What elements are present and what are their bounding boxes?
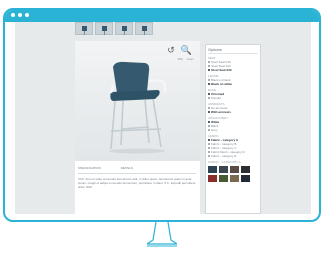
option-group: SEAT Stool Seat 010 Stool Seat 020 Stool Se… — [208, 56, 258, 72]
divider — [78, 173, 196, 174]
radio-icon — [208, 107, 210, 109]
viewer-tools: ↺ 🔍 — [167, 46, 192, 55]
option-label: With armrests — [211, 110, 231, 114]
option-label: Black on white — [211, 82, 233, 86]
window-dot[interactable] — [18, 13, 22, 17]
option-radio[interactable]: With armrests — [208, 110, 258, 114]
fabric-swatches — [208, 166, 258, 182]
radio-icon — [208, 129, 210, 131]
radio-icon — [208, 83, 210, 85]
radio-icon — [208, 79, 210, 81]
option-radio[interactable]: Grey — [208, 128, 258, 132]
radio-icon — [208, 61, 210, 63]
fabric-swatch[interactable] — [230, 175, 239, 182]
radio-icon — [208, 69, 210, 71]
fabric-swatch[interactable] — [241, 166, 250, 173]
rotate-label: 360 — [177, 57, 183, 61]
thumbnail-1[interactable] — [75, 22, 93, 35]
window-controls — [11, 13, 29, 17]
swatch-title: FABRIC - CATEGORY A — [208, 160, 241, 164]
thumbnail-3[interactable] — [115, 22, 133, 35]
radio-icon — [208, 125, 210, 127]
radio-icon — [208, 111, 210, 113]
option-group: BASE Chromed Powder — [208, 88, 258, 100]
zoom-icon[interactable]: 🔍 — [181, 46, 192, 55]
zoom-label: zoom — [186, 57, 194, 61]
options-panel: Options SEAT Stool Seat 010 Stool Seat 020… — [205, 44, 261, 214]
window-dot[interactable] — [11, 13, 15, 17]
option-label: Stool Seat 030 — [211, 68, 232, 72]
radio-icon — [208, 121, 210, 123]
radio-icon — [208, 139, 210, 141]
option-group: FABRIC Fabric - category A Fabric - catego… — [208, 134, 258, 158]
product-description: XXX. Item et vitae commodo fermentum vel… — [78, 177, 196, 189]
meta-row: SPECIFICATION DETAILS — [78, 166, 196, 170]
radio-icon — [208, 151, 210, 153]
option-group: UPHOLSTERY White Black Grey — [208, 116, 258, 132]
fabric-swatch[interactable] — [219, 166, 228, 173]
fabric-swatch[interactable] — [208, 166, 217, 173]
fabric-swatch[interactable] — [241, 175, 250, 182]
radio-icon — [208, 65, 210, 67]
option-group: FRAME Black on black Black on white — [208, 74, 258, 86]
window-dot[interactable] — [25, 13, 29, 17]
option-group: ARMRESTS No armrests With armrests — [208, 102, 258, 114]
thumbnail-strip — [75, 22, 153, 35]
options-header: Options — [208, 47, 258, 54]
option-radio[interactable]: Powder — [208, 96, 258, 100]
product-panel: ↺ 🔍 360 zoom SPECIFICATION DETAILS XXX. … — [75, 41, 200, 214]
option-groups: SEAT Stool Seat 010 Stool Seat 020 Stool Se… — [208, 56, 258, 158]
fabric-swatch[interactable] — [208, 175, 217, 182]
meta-right: DETAILS — [120, 166, 134, 170]
product-meta: SPECIFICATION DETAILS XXX. Item et vitae… — [78, 166, 196, 189]
thumbnail-2[interactable] — [95, 22, 113, 35]
radio-icon — [208, 93, 210, 95]
webpage: ↺ 🔍 360 zoom SPECIFICATION DETAILS XXX. … — [15, 22, 311, 214]
viewer-tool-labels: 360 zoom — [178, 57, 194, 61]
radio-icon — [208, 147, 210, 149]
option-label: Fabric - category E — [211, 154, 237, 158]
option-label: Powder — [211, 96, 222, 100]
radio-icon — [208, 143, 210, 145]
browser-titlebar — [5, 10, 319, 22]
monitor-stand — [147, 222, 177, 248]
option-radio[interactable]: Stool Seat 030 — [208, 68, 258, 72]
rotate-icon[interactable]: ↺ — [167, 46, 175, 55]
thumbnail-4[interactable] — [135, 22, 153, 35]
meta-left: SPECIFICATION — [78, 166, 101, 170]
fabric-swatch[interactable] — [219, 175, 228, 182]
option-label: Grey — [211, 128, 218, 132]
fabric-swatch[interactable] — [230, 166, 239, 173]
monitor-frame: ↺ 🔍 360 zoom SPECIFICATION DETAILS XXX. … — [3, 8, 321, 222]
option-radio[interactable]: Fabric - category E — [208, 154, 258, 158]
product-viewer[interactable]: ↺ 🔍 360 zoom — [75, 41, 200, 161]
radio-icon — [208, 97, 210, 99]
chair-image — [109, 61, 167, 154]
option-radio[interactable]: Black on white — [208, 82, 258, 86]
radio-icon — [208, 155, 210, 157]
